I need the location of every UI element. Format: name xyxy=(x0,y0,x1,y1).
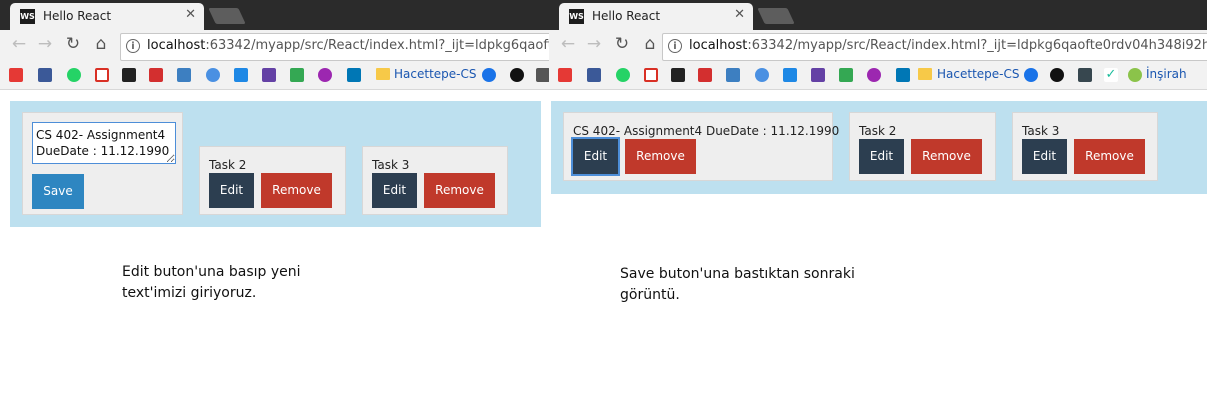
bookmark-icon[interactable] xyxy=(149,68,163,82)
task-title: Task 2 xyxy=(859,124,897,138)
task-card: Task 2 Edit Remove xyxy=(199,146,346,215)
drive-icon[interactable] xyxy=(290,68,304,82)
task-text-input[interactable]: CS 402- Assignment4 DueDate : 11.12.1990 xyxy=(32,122,176,164)
github-icon[interactable] xyxy=(510,68,524,82)
back-icon[interactable]: ← xyxy=(8,34,30,54)
address-text: localhost:63342/myapp/src/React/index.ht… xyxy=(689,38,1207,53)
remove-button[interactable]: Remove xyxy=(424,173,495,208)
task-title: Task 3 xyxy=(1022,124,1060,138)
info-icon[interactable]: i xyxy=(126,39,140,53)
edit-button[interactable]: Edit xyxy=(1022,139,1067,174)
task-title: CS 402- Assignment4 DueDate : 11.12.1990 xyxy=(573,124,840,138)
bookmark-label[interactable]: İnşirah xyxy=(1146,67,1187,81)
folder-icon[interactable] xyxy=(376,68,390,80)
info-icon[interactable]: i xyxy=(668,39,682,53)
github-icon[interactable] xyxy=(1050,68,1064,82)
browser-toolbar: ← → ↻ ⌂ i localhost:63342/myapp/src/Reac… xyxy=(549,30,1207,62)
gmail-icon[interactable] xyxy=(95,68,109,82)
youtube-icon[interactable] xyxy=(558,68,572,82)
bookmark-icon[interactable] xyxy=(206,68,220,82)
back-icon[interactable]: ← xyxy=(557,34,579,54)
caption-right: Save buton'una bastıktan sonraki görüntü… xyxy=(620,266,855,303)
twitch-icon[interactable] xyxy=(262,68,276,82)
todo-app: CS 402- Assignment4 DueDate : 11.12.1990… xyxy=(551,101,1207,194)
tab-strip: WS Hello React ✕ xyxy=(0,0,549,30)
edit-button[interactable]: Edit xyxy=(859,139,904,174)
remove-button[interactable]: Remove xyxy=(1074,139,1145,174)
close-icon[interactable]: ✕ xyxy=(185,7,196,22)
bookmark-icon[interactable] xyxy=(234,68,248,82)
tab-title: Hello React xyxy=(43,9,112,23)
facebook-icon[interactable] xyxy=(38,68,52,82)
bookmarks-bar: Hacettepe-CS ✓ İnşirah xyxy=(549,62,1207,90)
bookmark-icon[interactable] xyxy=(122,68,136,82)
bookmark-icon[interactable] xyxy=(1078,68,1092,82)
new-tab-button[interactable] xyxy=(208,8,246,24)
remove-button[interactable]: Remove xyxy=(911,139,982,174)
bookmark-icon[interactable] xyxy=(698,68,712,82)
task-card: Task 3 Edit Remove xyxy=(362,146,508,215)
facebook-icon[interactable] xyxy=(587,68,601,82)
remove-button[interactable]: Remove xyxy=(261,173,332,208)
save-button[interactable]: Save xyxy=(32,174,84,209)
bookmark-icon[interactable] xyxy=(867,68,881,82)
edit-button[interactable]: Edit xyxy=(573,139,618,174)
forward-icon[interactable]: → xyxy=(34,34,56,54)
bookmark-icon[interactable] xyxy=(1128,68,1142,82)
browser-window-right: WS Hello React ✕ ← → ↻ ⌂ i localhost:633… xyxy=(549,0,1207,404)
remove-button[interactable]: Remove xyxy=(625,139,696,174)
youtube-icon[interactable] xyxy=(9,68,23,82)
new-tab-button[interactable] xyxy=(757,8,795,24)
folder-icon[interactable] xyxy=(918,68,932,80)
browser-tab[interactable]: WS Hello React ✕ xyxy=(559,3,753,30)
browser-toolbar: ← → ↻ ⌂ i localhost:63342/myapp/src/Reac… xyxy=(0,30,549,62)
whatsapp-icon[interactable] xyxy=(67,68,81,82)
home-icon[interactable]: ⌂ xyxy=(639,34,661,54)
forward-icon[interactable]: → xyxy=(583,34,605,54)
bookmark-folder-label[interactable]: Hacettepe-CS xyxy=(394,67,476,81)
browser-window-left: WS Hello React ✕ ← → ↻ ⌂ i localhost:633… xyxy=(0,0,549,404)
bookmark-icon[interactable] xyxy=(671,68,685,82)
check-icon[interactable]: ✓ xyxy=(1104,68,1118,82)
webstorm-icon: WS xyxy=(20,9,35,24)
task-card: CS 402- Assignment4 DueDate : 11.12.1990… xyxy=(563,112,839,181)
tab-title: Hello React xyxy=(592,9,661,23)
task-card: Task 3 Edit Remove xyxy=(1012,112,1158,181)
bookmark-icon[interactable] xyxy=(726,68,740,82)
bookmark-icon[interactable] xyxy=(536,68,549,82)
caption-left: Edit buton'una basıp yeni text'imizi gir… xyxy=(122,264,301,301)
bookmarks-bar: Hacettepe-CS xyxy=(0,62,549,90)
close-icon[interactable]: ✕ xyxy=(734,7,745,22)
home-icon[interactable]: ⌂ xyxy=(90,34,112,54)
whatsapp-icon[interactable] xyxy=(616,68,630,82)
linkedin-icon[interactable] xyxy=(347,68,361,82)
drive-icon[interactable] xyxy=(839,68,853,82)
edit-button[interactable]: Edit xyxy=(372,173,417,208)
reload-icon[interactable]: ↻ xyxy=(62,34,84,54)
twitch-icon[interactable] xyxy=(811,68,825,82)
webstorm-icon: WS xyxy=(569,9,584,24)
bookmark-icon[interactable] xyxy=(318,68,332,82)
task-title: Task 2 xyxy=(209,158,247,172)
task-title: Task 3 xyxy=(372,158,410,172)
tab-strip: WS Hello React ✕ xyxy=(549,0,1207,30)
link-icon[interactable] xyxy=(482,68,496,82)
bookmark-icon[interactable] xyxy=(755,68,769,82)
task-card-editing: CS 402- Assignment4 DueDate : 11.12.1990… xyxy=(22,112,183,215)
address-bar[interactable]: i localhost:63342/myapp/src/React/index.… xyxy=(120,33,549,61)
gmail-icon[interactable] xyxy=(644,68,658,82)
task-card: Task 2 Edit Remove xyxy=(849,112,996,181)
linkedin-icon[interactable] xyxy=(896,68,910,82)
address-bar[interactable]: i localhost:63342/myapp/src/React/index.… xyxy=(662,33,1207,61)
bookmark-icon[interactable] xyxy=(177,68,191,82)
bookmark-folder-label[interactable]: Hacettepe-CS xyxy=(937,67,1019,81)
edit-button[interactable]: Edit xyxy=(209,173,254,208)
browser-tab[interactable]: WS Hello React ✕ xyxy=(10,3,204,30)
address-text: localhost:63342/myapp/src/React/index.ht… xyxy=(147,38,549,53)
link-icon[interactable] xyxy=(1024,68,1038,82)
todo-app: CS 402- Assignment4 DueDate : 11.12.1990… xyxy=(10,101,541,227)
reload-icon[interactable]: ↻ xyxy=(611,34,633,54)
bookmark-icon[interactable] xyxy=(783,68,797,82)
